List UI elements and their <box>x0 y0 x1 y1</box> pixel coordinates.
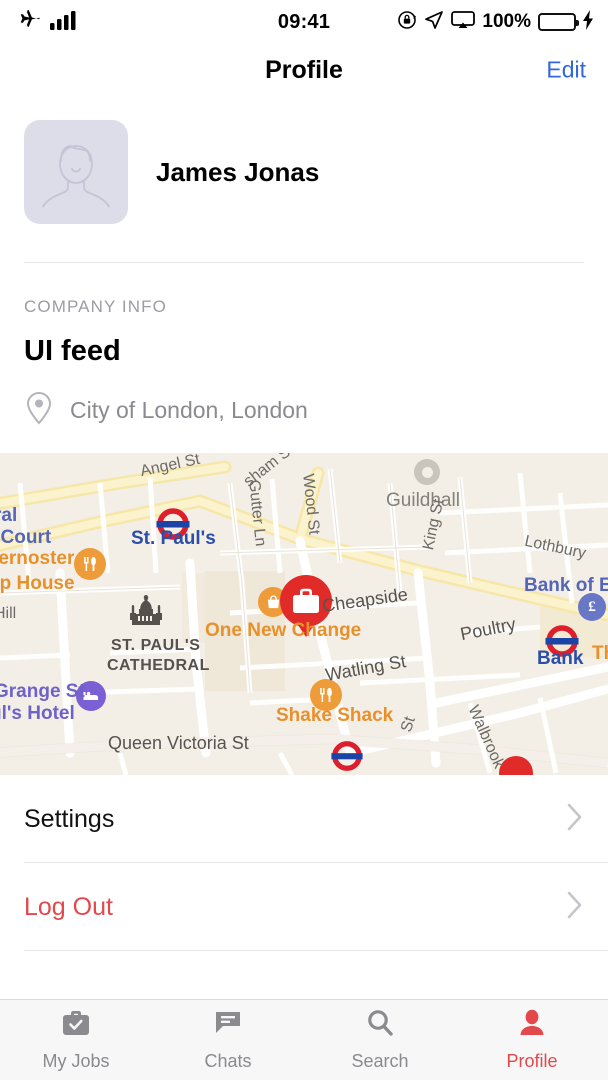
company-location: City of London, London <box>70 397 308 423</box>
company-info-section-label: COMPANY INFO <box>24 297 167 316</box>
map-label-bank: Bank <box>537 648 584 669</box>
map-label-paternoster-line1: ternoster <box>0 548 75 569</box>
map-label-one-new-change: One New Change <box>205 620 362 641</box>
map-label-hill: Hill <box>0 605 17 622</box>
map-label-grange-hotel-line2: ul's Hotel <box>0 703 75 724</box>
tab-profile-label: Profile <box>506 1051 558 1071</box>
battery-icon <box>538 13 579 31</box>
chevron-right-icon <box>566 802 584 837</box>
map-label-central-criminal-court-line2: l Court <box>0 527 52 548</box>
location-arrow-icon <box>424 10 444 35</box>
tab-my-jobs[interactable]: My Jobs <box>0 1000 152 1080</box>
tab-search[interactable]: Search <box>304 1000 456 1080</box>
company-name: UI feed <box>24 335 121 367</box>
map-label-bank-of-england: Bank of Engl <box>524 575 608 596</box>
map-label-central-criminal-court-line1: ral <box>0 505 18 526</box>
map-label-shake-shack: Shake Shack <box>276 705 394 726</box>
settings-label: Settings <box>24 804 115 833</box>
airplay-icon <box>451 10 476 35</box>
guildhall-landmark-icon <box>414 459 440 485</box>
logout-label: Log Out <box>24 892 113 921</box>
status-bar: 09:41 100% <box>0 0 608 44</box>
logout-row[interactable]: Log Out <box>0 863 608 951</box>
map-label-cathedral-line1: ST. PAUL'S <box>111 637 201 654</box>
tab-chats[interactable]: Chats <box>152 1000 304 1080</box>
map-label-cathedral-line2: CATHEDRAL <box>107 657 210 674</box>
tab-bar: My Jobs Chats Search Profile <box>0 999 608 1080</box>
tube-roundel-mansion-house-icon[interactable] <box>330 739 364 773</box>
edit-button[interactable]: Edit <box>546 57 586 84</box>
tab-search-label: Search <box>351 1051 409 1071</box>
tab-chats-label: Chats <box>204 1051 252 1071</box>
rotation-lock-icon <box>397 10 417 35</box>
map-label-paternoster-line2: op House <box>0 573 75 594</box>
person-placeholder-icon <box>42 145 110 208</box>
settings-row[interactable]: Settings <box>0 775 608 863</box>
poi-bank-pound-icon[interactable]: £ <box>578 593 606 621</box>
company-location-row: City of London, London <box>0 368 608 431</box>
profile-header: James Jonas <box>0 96 608 224</box>
user-name: James Jonas <box>156 156 320 187</box>
map-label-grange-hotel-line1: Grange St <box>0 681 85 702</box>
chat-bubble-icon <box>213 1008 243 1043</box>
page-title: Profile <box>265 55 343 84</box>
avatar[interactable] <box>24 120 128 224</box>
chevron-right-icon <box>566 890 584 925</box>
row-separator <box>24 950 608 951</box>
navigation-bar: Profile Edit <box>0 44 608 96</box>
person-icon <box>517 1008 547 1043</box>
poi-restaurant-paternoster-icon[interactable] <box>74 548 106 580</box>
battery-percent-label: 100% <box>482 11 531 32</box>
briefcase-check-icon <box>60 1008 92 1043</box>
map-label-queen-victoria-st: Queen Victoria St <box>108 733 249 753</box>
map-pin-icon <box>24 390 54 431</box>
map-label-guildhall: Guildhall <box>386 490 460 511</box>
charging-bolt-icon <box>583 9 594 35</box>
company-map[interactable]: £ St. Paul's Bank ternoster p House One … <box>0 453 608 775</box>
tab-my-jobs-label: My Jobs <box>42 1051 110 1071</box>
map-label-the-exchange: Th Ex <box>592 643 608 664</box>
magnifier-icon <box>365 1008 395 1043</box>
tab-profile[interactable]: Profile <box>456 1000 608 1080</box>
map-label-st-pauls: St. Paul's <box>131 528 216 549</box>
